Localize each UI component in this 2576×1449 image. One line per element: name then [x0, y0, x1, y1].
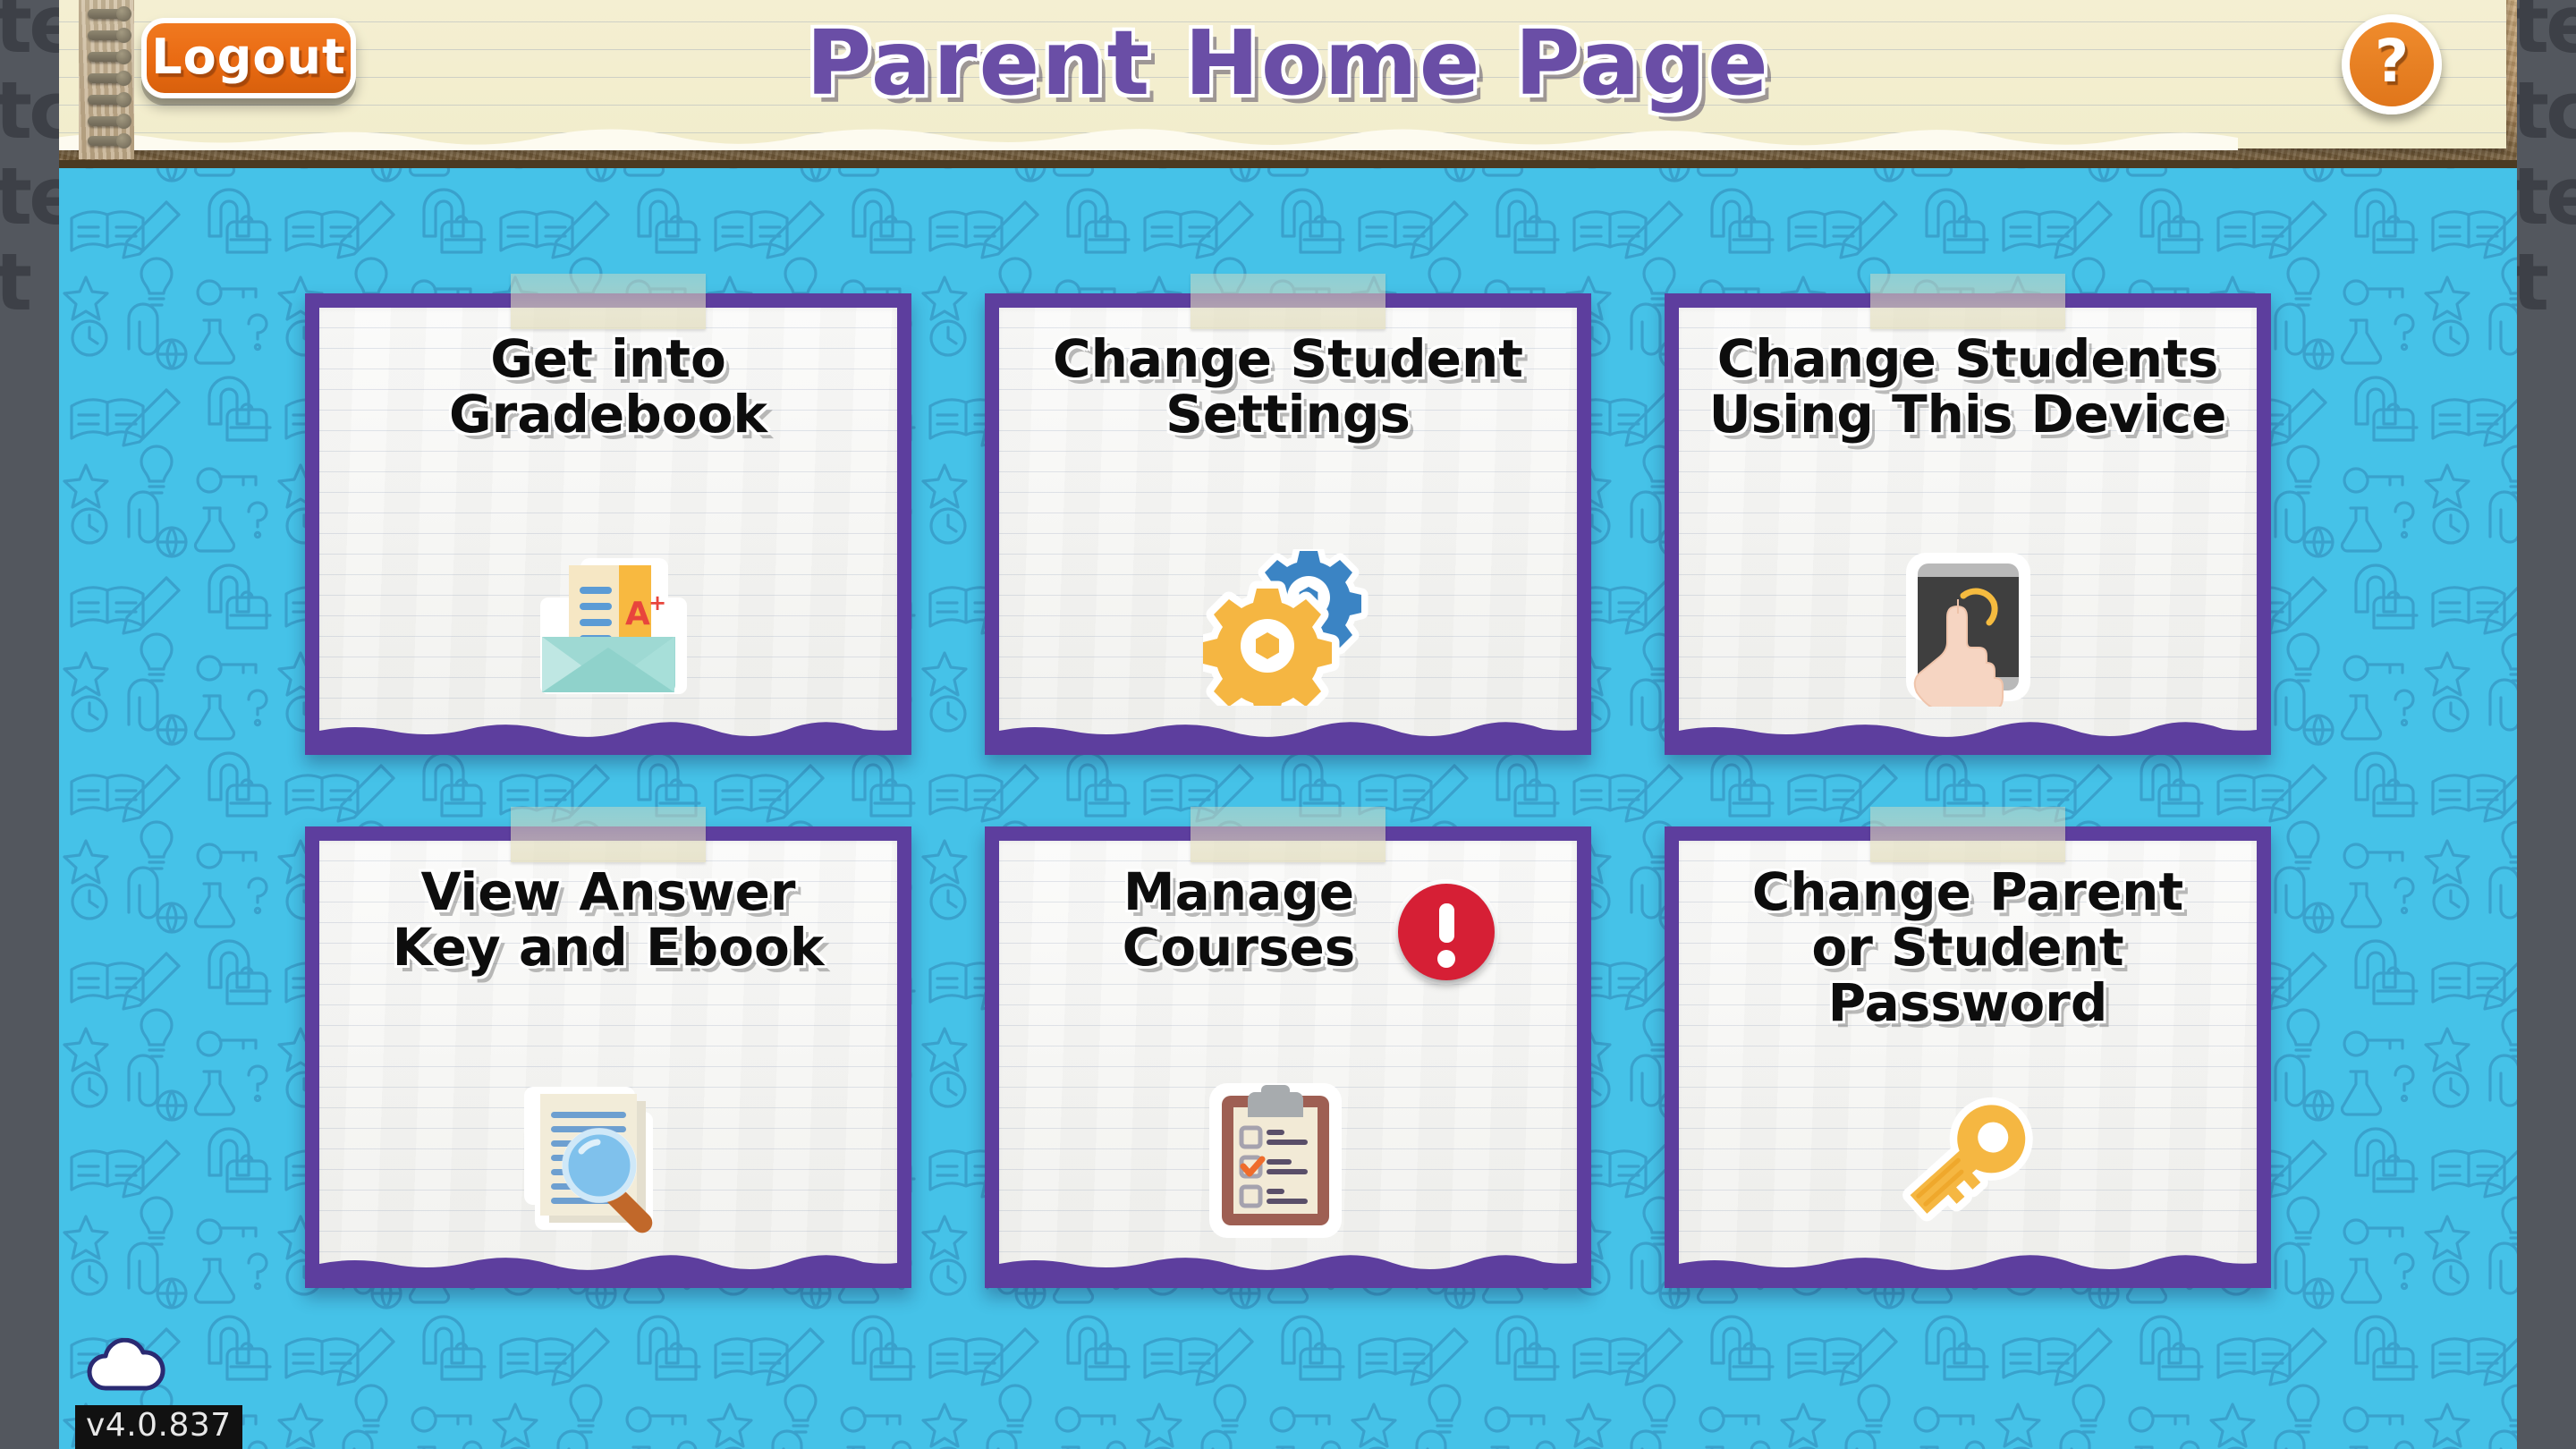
card-title-line2: Gradebook: [449, 384, 767, 445]
card-icon: [319, 1075, 885, 1245]
clipboard-checklist-icon: [1209, 1082, 1342, 1238]
card-title-line1: Change Student: [1053, 328, 1523, 389]
card-title-line1: Manage: [1123, 861, 1355, 922]
card-change-parent-or-student-password[interactable]: Change Parent or Student Password: [1665, 807, 2271, 1288]
tablet-tap-icon: [1905, 553, 2030, 707]
card-title-line1: View Answer: [420, 861, 796, 922]
card-manage-courses[interactable]: Manage Courses: [985, 807, 1591, 1288]
card-icon: [1679, 1075, 2257, 1245]
card-paper: Get into Gradebook A +: [319, 308, 897, 742]
card-icon: [1679, 542, 2257, 712]
alert-bar: [1438, 903, 1454, 943]
card-title-line1: Change Parent: [1751, 861, 2184, 922]
question-mark-icon: ?: [2374, 26, 2410, 96]
card-change-students-using-device[interactable]: Change Students Using This Device: [1665, 274, 2271, 755]
card-title-line1: Change Students: [1716, 328, 2219, 389]
tape-strip: [1191, 274, 1385, 329]
card-get-into-gradebook[interactable]: Get into Gradebook A +: [305, 274, 911, 755]
document-search-icon: [523, 1087, 653, 1233]
svg-text:A: A: [625, 596, 650, 632]
tape-strip: [511, 274, 706, 329]
card-title-line2: Key and Ebook: [392, 917, 825, 978]
card-paper: Manage Courses: [999, 841, 1577, 1275]
left-ghost-text: te tc te t: [0, 0, 59, 328]
svg-text:+: +: [648, 590, 666, 615]
alert-exclamation-badge: [1398, 884, 1495, 980]
help-button[interactable]: ?: [2342, 14, 2442, 114]
card-title: Change Parent or Student Password: [1679, 841, 2257, 1030]
envelope-grade-icon: A +: [539, 558, 687, 694]
version-label: v4.0.837: [75, 1405, 242, 1449]
right-ghost-text: te tc te t: [2517, 0, 2576, 328]
card-title-line1: Get into: [490, 328, 726, 389]
header-torn-edge: [59, 129, 2238, 150]
cloud-icon[interactable]: [84, 1338, 166, 1394]
card-torn-edge: [319, 722, 897, 742]
card-torn-edge: [999, 1255, 1577, 1275]
card-change-student-settings[interactable]: Change Student Settings: [985, 274, 1591, 755]
card-paper: View Answer Key and Ebook: [319, 841, 897, 1275]
key-icon: [1902, 1097, 2033, 1222]
app-viewport: Logout Parent Home Page ? Get into Grade…: [59, 0, 2517, 1449]
app-header: Logout Parent Home Page ?: [59, 0, 2517, 168]
card-icon: [999, 1075, 1564, 1245]
card-title-line2: Courses: [1122, 917, 1356, 978]
card-title-line2: or Student Password: [1811, 917, 2124, 1033]
card-view-answer-key-and-ebook[interactable]: View Answer Key and Ebook: [305, 807, 911, 1288]
card-paper: Change Student Settings: [999, 308, 1577, 742]
gears-icon: [1203, 548, 1368, 706]
screen: te tc te t te tc te t Logout Parent Home…: [0, 0, 2576, 1449]
card-torn-edge: [999, 722, 1577, 742]
tape-strip: [1191, 807, 1385, 862]
right-letterbox-bar: te tc te t: [2517, 0, 2576, 1449]
alert-dot: [1437, 950, 1455, 968]
card-title-line2: Using This Device: [1708, 384, 2227, 445]
page-title: Parent Home Page: [806, 11, 1770, 115]
tape-strip: [1870, 274, 2065, 329]
card-torn-edge: [1679, 722, 2257, 742]
card-title-line2: Settings: [1165, 384, 1411, 445]
card-paper: Change Parent or Student Password: [1679, 841, 2257, 1275]
card-torn-edge: [319, 1255, 897, 1275]
card-icon: [999, 542, 1577, 712]
tape-strip: [1870, 807, 2065, 862]
card-paper: Change Students Using This Device: [1679, 308, 2257, 742]
tape-strip: [511, 807, 706, 862]
card-torn-edge: [1679, 1255, 2257, 1275]
home-menu-grid: Get into Gradebook A + Change Student Se…: [59, 179, 2517, 1288]
left-letterbox-bar: te tc te t: [0, 0, 59, 1449]
card-icon: A +: [319, 542, 897, 712]
